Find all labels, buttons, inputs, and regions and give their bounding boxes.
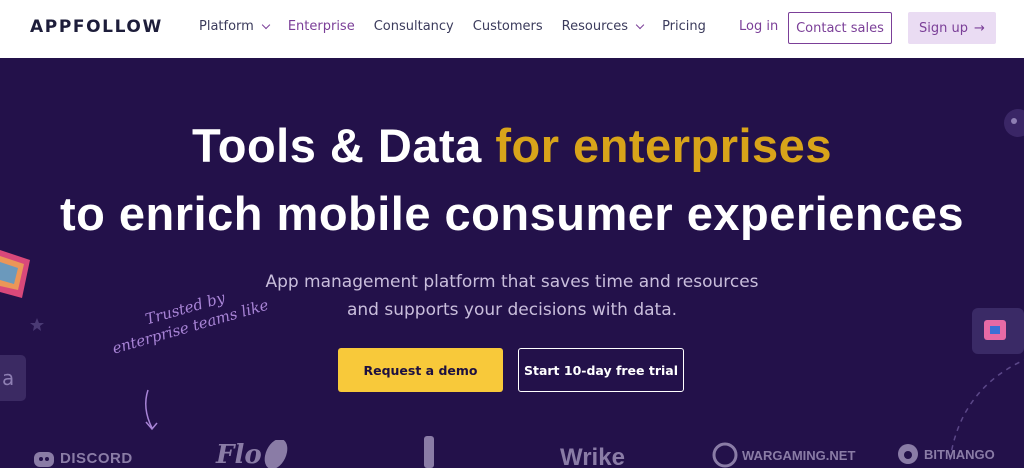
sign-up-label: Sign up <box>919 20 969 36</box>
bitmango-logo: BITMANGO <box>896 442 995 466</box>
chevron-down-icon <box>261 20 271 29</box>
nav-item-label: Customers <box>472 19 543 34</box>
free-trial-button[interactable]: Start 10-day free trial <box>518 348 684 392</box>
nav-links: Platform Enterprise Consultancy Customer… <box>199 19 725 34</box>
bitmango-wordmark: BITMANGO <box>924 446 995 462</box>
svg-text:a: a <box>2 366 14 390</box>
nav-item-resources[interactable]: Resources <box>561 19 645 34</box>
appfollow-logo[interactable]: APPFOLLOW <box>30 17 163 37</box>
sign-up-button[interactable]: Sign up → <box>908 12 996 44</box>
wargaming-wordmark: WARGAMING.NET <box>742 447 856 463</box>
subtitle-line-1: App management platform that saves time … <box>265 272 759 292</box>
bitmango-icon <box>898 444 918 464</box>
hero-title-line-2: to enrich mobile consumer experiences <box>60 187 964 240</box>
curved-arrow-down-icon <box>145 389 158 431</box>
flo-logo: Flo <box>216 440 262 468</box>
nav-item-label: Resources <box>561 19 629 34</box>
customer-logos-row: DISCORD Flo Wrike WARGAMING.NET BITMANGO <box>0 436 1024 468</box>
wrike-logo: Wrike <box>560 444 625 468</box>
discord-wordmark: DISCORD <box>60 450 133 467</box>
login-link[interactable]: Log in <box>739 19 778 34</box>
hero-title-accent: for enterprises <box>495 119 832 172</box>
flo-feather-icon <box>264 440 288 468</box>
nav-item-label: Enterprise <box>287 19 355 34</box>
nav-item-label: Platform <box>199 19 254 34</box>
nav-item-pricing[interactable]: Pricing <box>662 19 706 34</box>
decorative-tile-left-icon: a <box>0 355 26 401</box>
nav-item-platform[interactable]: Platform <box>199 19 271 34</box>
top-navigation: APPFOLLOW Platform Enterprise Consultanc… <box>0 0 1024 58</box>
arrow-right-icon: → <box>974 20 985 36</box>
discord-logo: DISCORD <box>34 450 133 467</box>
nav-item-enterprise[interactable]: Enterprise <box>288 19 355 34</box>
app-logo-bar <box>424 436 434 468</box>
discord-icon <box>34 451 54 467</box>
contact-sales-button[interactable]: Contact sales <box>788 12 892 44</box>
wargaming-logo: WARGAMING.NET <box>712 442 855 468</box>
nav-item-customers[interactable]: Customers <box>473 19 543 34</box>
wargaming-emblem-icon <box>712 442 738 468</box>
hero-title-line-1: Tools & Data for enterprises <box>0 118 1024 173</box>
flo-wordmark: Flo <box>216 440 262 468</box>
nav-item-consultancy[interactable]: Consultancy <box>374 19 454 34</box>
chevron-down-icon <box>635 20 645 29</box>
nav-item-label: Pricing <box>662 19 706 34</box>
hero-title-text: Tools & Data <box>192 119 496 172</box>
request-demo-button[interactable]: Request a demo <box>338 348 503 392</box>
nav-item-label: Consultancy <box>373 19 454 34</box>
wrike-wordmark: Wrike <box>560 444 625 468</box>
